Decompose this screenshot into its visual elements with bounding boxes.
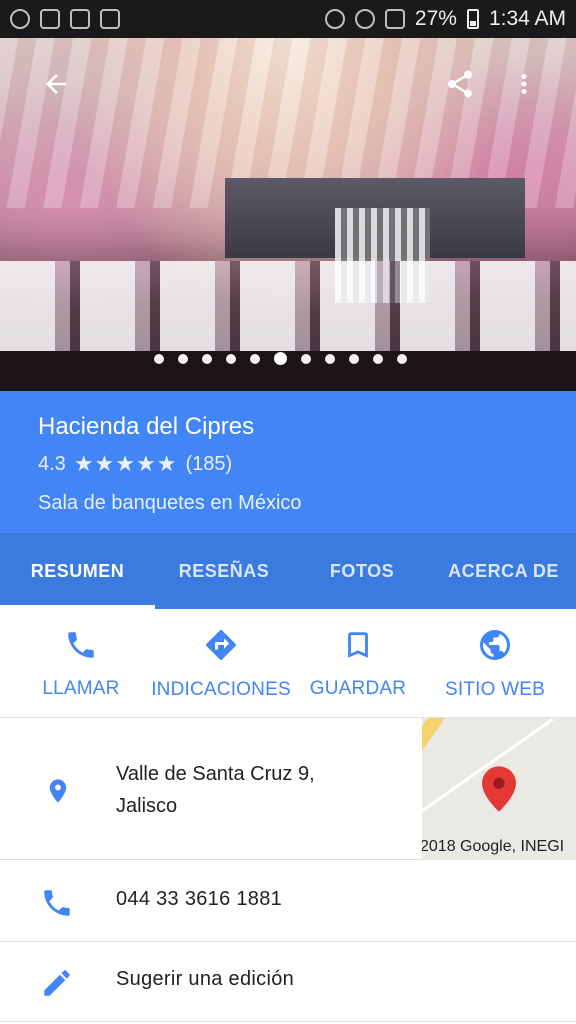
more-vert-icon [521,74,527,94]
pager-dot[interactable] [250,353,260,364]
share-icon [448,70,472,98]
bookmark-icon [348,631,368,658]
pager-dot[interactable] [397,353,407,364]
review-count: (185) [185,452,233,475]
website-label: SITIO WEB [445,678,545,700]
address-text: Valle de Santa Cruz 9, Jalisco [116,758,406,822]
tab-acerca-de[interactable]: ACERCA DE [431,533,576,609]
place-photo[interactable] [0,38,576,391]
pager-dot[interactable] [226,353,236,364]
phone-number: 044 33 3616 1881 [116,888,283,910]
tab-resenas[interactable]: RESEÑAS [155,533,293,609]
voicemail-icon [100,9,120,29]
call-button[interactable]: LLAMAR [0,610,162,717]
place-category: Sala de banquetes en México [38,492,302,514]
pager-dot[interactable] [274,352,287,365]
map-thumbnail[interactable]: 2018 Google, INEGI [422,718,576,860]
battery-percent: 27% [414,7,457,30]
location-pin-icon [49,779,67,803]
tab-resumen[interactable]: RESUMEN [0,533,155,609]
map-attribution: 2018 Google, INEGI [422,838,565,855]
photo-pager[interactable] [154,352,407,365]
save-button[interactable]: GUARDAR [280,610,436,717]
call-label: LLAMAR [42,677,120,699]
battery-icon [466,9,479,29]
action-buttons: LLAMAR INDICACIONES GUARDAR SITIO WEB [0,610,576,718]
update-icon [70,9,90,29]
gallery-icon [40,9,60,29]
pager-dot[interactable] [325,353,335,364]
pager-dot[interactable] [202,353,212,364]
more-options-button[interactable] [504,64,544,104]
notification-icons [10,9,120,29]
suggest-edit-row[interactable]: Sugerir una edición [0,942,576,1022]
place-header: Hacienda del Cipres 4.3 ★★★★★ (185) Sala… [0,391,576,533]
directions-button[interactable]: INDICACIONES [151,610,291,717]
rating-row[interactable]: 4.3 ★★★★★ (185) [38,451,538,477]
edit-pencil-icon [44,970,70,996]
phone-row[interactable]: 044 33 3616 1881 [0,862,576,942]
address-row[interactable]: Valle de Santa Cruz 9, Jalisco 2018 Goog… [0,718,576,860]
pager-dot[interactable] [301,353,311,364]
wifi-icon [354,9,375,29]
globe-icon [480,629,510,660]
map-marker-icon [482,766,516,812]
pager-dot[interactable] [373,353,383,364]
whatsapp-icon [10,9,30,29]
phone-icon [44,890,70,916]
address-line-1: Valle de Santa Cruz 9, [116,763,315,785]
address-line-2: Jalisco [116,795,178,817]
directions-icon [206,629,237,660]
system-status: 27% 1:34 AM [324,7,566,31]
pager-dot[interactable] [349,353,359,364]
rating-value: 4.3 [38,452,66,475]
directions-label: INDICACIONES [151,678,291,700]
arrow-back-icon [46,74,66,94]
tab-bar: RESUMEN RESEÑAS FOTOS ACERCA DE [0,533,576,609]
share-button[interactable] [440,64,480,104]
tab-fotos[interactable]: FOTOS [293,533,431,609]
star-rating-icon: ★★★★★ [73,451,178,476]
website-button[interactable]: SITIO WEB [436,610,554,717]
pager-dot[interactable] [154,353,164,364]
signal-icon [384,9,405,29]
status-bar: 27% 1:34 AM [0,0,576,38]
suggest-edit-label: Sugerir una edición [116,968,295,990]
clock: 1:34 AM [488,7,566,30]
pager-dot[interactable] [178,353,188,364]
place-name: Hacienda del Cipres [38,413,255,440]
phone-icon [68,631,94,658]
mute-icon [324,9,345,29]
save-label: GUARDAR [309,677,407,699]
back-button[interactable] [36,64,76,104]
